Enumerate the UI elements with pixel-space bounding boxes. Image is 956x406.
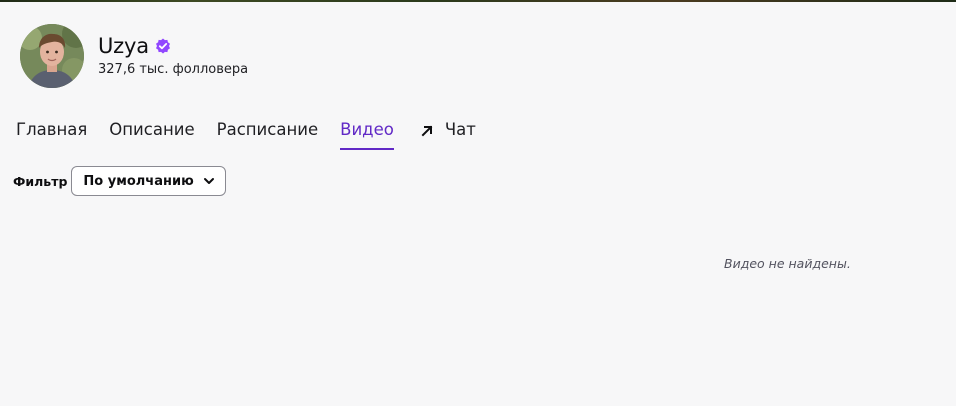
channel-tabs: Главная Описание Расписание Видео Чат [16,118,498,150]
tab-chat-label: Чат [444,120,476,139]
tab-videos[interactable]: Видео [340,118,394,150]
filter-dropdown[interactable]: По умолчанию [71,166,226,196]
filter-label: Фильтр [13,173,68,189]
channel-info: Uzya 327,6 тыс. фолловера [98,32,248,77]
chevron-down-icon [203,178,214,184]
filter-dropdown-value: По умолчанию [83,173,194,189]
tab-about[interactable]: Описание [109,118,194,150]
follower-count: 327,6 тыс. фолловера [98,61,249,77]
empty-state-message: Видео не найдены. [724,256,851,271]
avatar-image [20,24,84,88]
external-arrow-icon [421,125,433,137]
filter-row: Фильтр По умолчанию [13,166,226,196]
top-banner-strip [0,0,956,2]
tab-schedule[interactable]: Расписание [217,118,319,150]
tab-home[interactable]: Главная [16,118,87,150]
tab-chat[interactable]: Чат [420,118,476,150]
avatar[interactable] [20,24,84,88]
channel-name[interactable]: Uzya [98,34,149,58]
verified-badge-icon [155,38,170,53]
channel-header: Uzya 327,6 тыс. фолловера [20,24,248,88]
channel-name-row: Uzya [98,32,248,60]
